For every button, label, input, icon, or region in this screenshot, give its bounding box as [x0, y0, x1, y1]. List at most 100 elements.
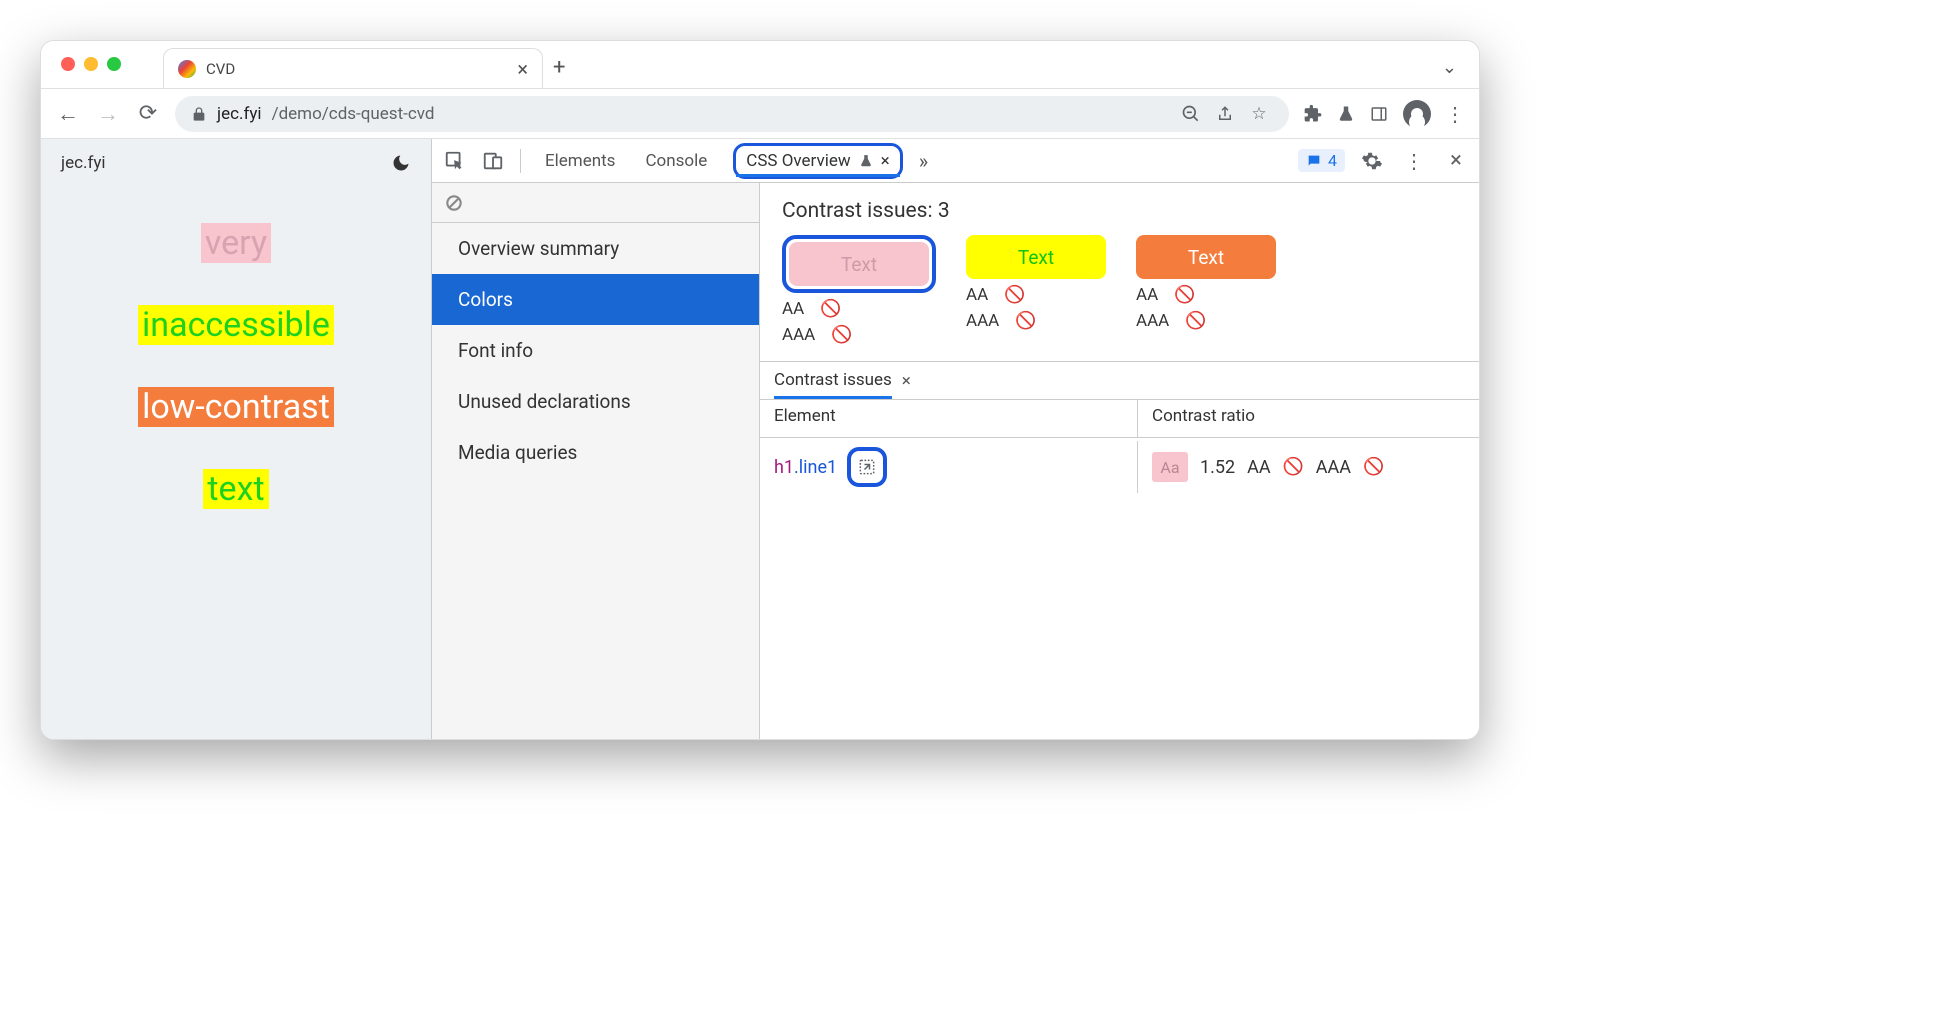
color-swatch: Text	[789, 242, 929, 286]
aaa-label: AAA	[966, 311, 999, 331]
window-close-button[interactable]	[61, 57, 75, 71]
window-maximize-button[interactable]	[107, 57, 121, 71]
new-tab-button[interactable]: +	[553, 55, 565, 80]
clear-icon[interactable]	[444, 193, 464, 213]
overview-sidebar: Overview summary Colors Font info Unused…	[432, 183, 760, 739]
scroll-to-element-icon[interactable]	[847, 447, 887, 487]
issues-tab-close[interactable]: ×	[902, 371, 911, 391]
flask-icon[interactable]	[1337, 104, 1355, 124]
color-swatch: Text	[1136, 235, 1276, 279]
fail-icon: 🚫	[1174, 285, 1195, 305]
cell-contrast-ratio: Aa 1.52 AA 🚫 AAA 🚫	[1138, 446, 1479, 488]
ratio-value: 1.52	[1200, 457, 1235, 478]
element-selector: h1.line1	[774, 457, 837, 478]
tab-console[interactable]: Console	[641, 143, 711, 179]
more-tabs-button[interactable]: »	[919, 149, 928, 173]
issues-count: 4	[1328, 151, 1337, 170]
nav-colors[interactable]: Colors	[432, 274, 759, 325]
issues-tab-bar: Contrast issues ×	[760, 362, 1479, 400]
star-icon[interactable]: ☆	[1245, 100, 1273, 128]
address-bar[interactable]: jec.fyi/demo/cds-quest-cvd ☆	[175, 96, 1289, 132]
nav-media-queries[interactable]: Media queries	[432, 427, 759, 478]
highlight-swatch: Text	[782, 235, 936, 293]
page-header: jec.fyi	[41, 139, 431, 187]
cell-element: h1.line1	[760, 441, 1138, 493]
contrast-card[interactable]: Text AA🚫 AAA🚫	[966, 235, 1106, 345]
settings-icon[interactable]	[1357, 146, 1387, 176]
overview-nav: Overview summary Colors Font info Unused…	[432, 223, 759, 478]
devtools-menu-button[interactable]: ⋮	[1399, 146, 1429, 176]
demo-word-3: low-contrast	[138, 387, 334, 427]
devtools-body: Overview summary Colors Font info Unused…	[432, 183, 1479, 739]
color-swatch: Text	[966, 235, 1106, 279]
fail-icon: 🚫	[820, 299, 841, 319]
share-icon[interactable]	[1211, 100, 1239, 128]
tab-css-overview-label: CSS Overview	[746, 151, 850, 171]
issues-table-row[interactable]: h1.line1 Aa 1.52 AA 🚫 AAA �	[760, 438, 1479, 496]
browser-tab[interactable]: CVD ×	[163, 48, 543, 88]
issues-tab[interactable]: Contrast issues	[774, 370, 892, 399]
tab-close-icon[interactable]: ×	[881, 151, 890, 171]
contrast-card[interactable]: Text AA🚫 AAA🚫	[782, 235, 936, 345]
devtools-topbar: Elements Console CSS Overview × » 4	[432, 139, 1479, 183]
contrast-cards: Text AA🚫 AAA🚫 Text AA🚫 AAA🚫	[782, 235, 1457, 345]
contrast-title-prefix: Contrast issues:	[782, 199, 933, 223]
title-bar: CVD × + ⌄	[41, 41, 1479, 89]
devtools-topbar-right: 4 ⋮ ×	[1298, 146, 1471, 176]
reload-button[interactable]: ⟳	[135, 101, 161, 127]
dark-mode-toggle[interactable]	[391, 153, 411, 173]
page-body: very inaccessible low-contrast text	[41, 187, 431, 739]
profile-avatar[interactable]	[1403, 100, 1431, 128]
aaa-label: AAA	[1316, 457, 1351, 478]
device-toggle-icon[interactable]	[478, 146, 508, 176]
site-name: jec.fyi	[61, 153, 106, 173]
favicon-icon	[178, 60, 196, 78]
devtools-close-button[interactable]: ×	[1441, 146, 1471, 176]
issues-badge[interactable]: 4	[1298, 149, 1345, 172]
overview-toolbar	[432, 183, 759, 223]
contrast-card[interactable]: Text AA🚫 AAA🚫	[1136, 235, 1276, 345]
fail-icon: 🚫	[1185, 311, 1206, 331]
selector-tag: h1	[774, 457, 794, 478]
content-area: jec.fyi very inaccessible low-contrast t…	[41, 139, 1479, 739]
nav-overview-summary[interactable]: Overview summary	[432, 223, 759, 274]
toolbar-right: ⋮	[1303, 100, 1465, 128]
demo-word-2: inaccessible	[138, 305, 334, 345]
fail-icon: 🚫	[1283, 457, 1304, 477]
tab-title: CVD	[206, 60, 235, 78]
fail-icon: 🚫	[1004, 285, 1025, 305]
fail-icon: 🚫	[831, 325, 852, 345]
page-viewport: jec.fyi very inaccessible low-contrast t…	[41, 139, 431, 739]
nav-font-info[interactable]: Font info	[432, 325, 759, 376]
fail-icon: 🚫	[1363, 457, 1384, 477]
aaa-label: AAA	[782, 325, 815, 345]
contrast-count: 3	[938, 199, 950, 223]
contrast-title: Contrast issues: 3	[782, 199, 1457, 223]
tab-elements[interactable]: Elements	[541, 143, 619, 179]
header-element: Element	[760, 400, 1138, 437]
panel-icon[interactable]	[1369, 105, 1389, 123]
nav-unused-declarations[interactable]: Unused declarations	[432, 376, 759, 427]
extensions-icon[interactable]	[1303, 104, 1323, 124]
address-bar-actions: ☆	[1177, 100, 1273, 128]
tabs-dropdown-button[interactable]: ⌄	[1442, 57, 1457, 78]
back-button[interactable]: ←	[55, 101, 81, 127]
tab-css-overview[interactable]: CSS Overview ×	[733, 143, 902, 179]
zoom-out-icon[interactable]	[1177, 100, 1205, 128]
window-minimize-button[interactable]	[84, 57, 98, 71]
menu-button[interactable]: ⋮	[1445, 102, 1465, 126]
url-host: jec.fyi	[217, 104, 262, 124]
browser-window: CVD × + ⌄ ← → ⟳ jec.fyi/demo/cds-quest-c…	[40, 40, 1480, 740]
demo-word-1: very	[201, 223, 271, 263]
header-contrast-ratio: Contrast ratio	[1138, 400, 1479, 437]
tab-close-button[interactable]: ×	[517, 57, 528, 81]
overview-main: Contrast issues: 3 Text AA🚫 AAA🚫	[760, 183, 1479, 739]
inspect-element-icon[interactable]	[440, 146, 470, 176]
forward-button[interactable]: →	[95, 101, 121, 127]
traffic-lights	[61, 57, 121, 71]
aaa-label: AAA	[1136, 311, 1169, 331]
aa-label: AA	[966, 285, 988, 305]
lock-icon	[191, 106, 207, 122]
devtools-tabs: Elements Console CSS Overview ×	[541, 143, 903, 179]
aa-label: AA	[1136, 285, 1158, 305]
